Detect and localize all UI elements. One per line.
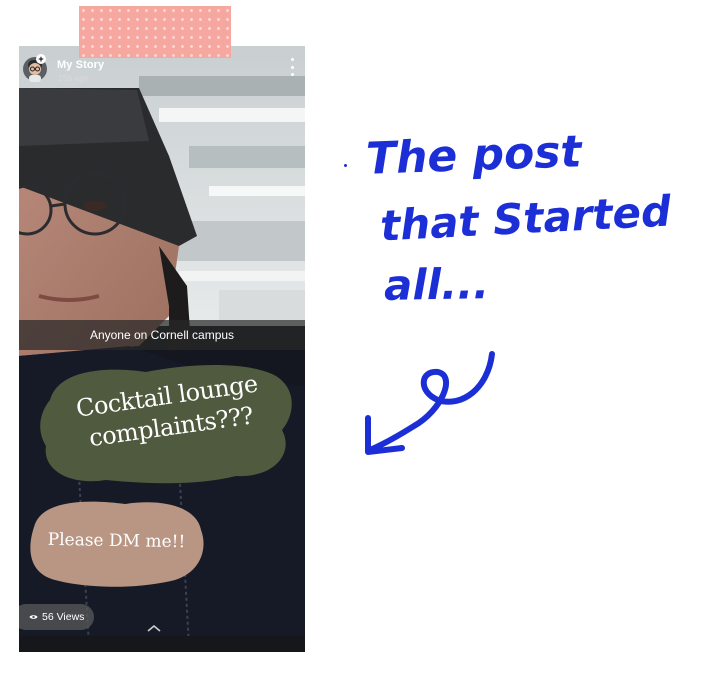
- view-count-pill[interactable]: 56 Views: [19, 604, 95, 630]
- view-count: 56 Views: [42, 611, 85, 623]
- washi-tape: [79, 6, 231, 58]
- eye-icon: [29, 615, 38, 619]
- story-timestamp: 15h ago: [58, 73, 89, 83]
- note-line-2: that Started: [378, 186, 673, 251]
- more-vertical-icon[interactable]: [289, 58, 295, 76]
- story-title: My Story: [57, 59, 105, 71]
- curly-arrow: [365, 351, 495, 455]
- ink-dot: [344, 164, 347, 167]
- note-line-1: The post: [365, 126, 583, 185]
- snapchat-story-screenshot: + My Story 15h ago Anyone on Cornell cam…: [19, 46, 305, 652]
- dm-me-sticker: Please DM me!!: [25, 494, 208, 589]
- bottom-bar: [19, 636, 305, 652]
- cocktail-lounge-sticker: Cocktail lounge complaints???: [36, 360, 298, 488]
- sticker-text-tan: Please DM me!!: [47, 529, 186, 553]
- plus-icon[interactable]: +: [36, 54, 46, 64]
- handwritten-note: The post that Started all...: [340, 120, 710, 460]
- note-line-3: all...: [383, 259, 490, 310]
- story-caption: Anyone on Cornell campus: [19, 320, 305, 350]
- chevron-up-icon[interactable]: [146, 624, 162, 632]
